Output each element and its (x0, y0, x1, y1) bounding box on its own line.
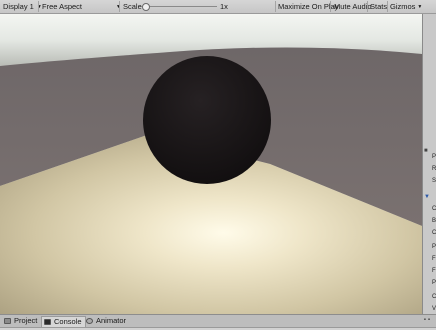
tab-label: Project (14, 316, 38, 325)
scale-label: Scale (123, 2, 142, 11)
toolbar-divider (330, 1, 331, 12)
folder-icon (4, 318, 11, 324)
black-sphere (143, 56, 271, 184)
scale-slider-track[interactable] (145, 6, 217, 7)
toolbar-divider (119, 1, 120, 12)
scene-render (0, 14, 422, 314)
chevron-down-icon: ▼ (417, 4, 423, 10)
inspector-fragment: F (432, 268, 436, 274)
inspector-fragment: P (432, 244, 436, 250)
inspector-fragment: P (432, 280, 436, 286)
inspector-fragment: C (432, 230, 436, 236)
panel-menu-icon[interactable]: ▪▪ (424, 317, 432, 323)
gizmos-dropdown[interactable]: Gizmos ▼ (390, 0, 422, 13)
inspector-fragment: V (432, 306, 436, 312)
inspector-fragment: P (432, 154, 436, 160)
toolbar-divider (367, 1, 368, 12)
tab-label: Animator (96, 316, 127, 325)
inspector-fragment: C (432, 294, 436, 300)
gizmos-label: Gizmos (390, 2, 416, 11)
component-foldout-icon[interactable]: ▼ (424, 194, 430, 200)
game-viewport[interactable] (0, 14, 422, 314)
foldout-icon: ■ (424, 148, 428, 154)
mute-audio-toggle[interactable]: Mute Audio (334, 0, 372, 13)
inspector-fragment: R (432, 166, 436, 172)
display-label: Display 1 (3, 2, 34, 11)
game-view-toolbar: Display 1▼ Free Aspect▼ Scale 1x Maximiz… (0, 0, 436, 14)
tab-animator[interactable]: Animator (84, 316, 129, 326)
aspect-dropdown[interactable]: Free Aspect▼ (42, 0, 121, 13)
tab-console[interactable]: Console (41, 316, 86, 327)
toolbar-divider (38, 1, 39, 12)
toolbar-divider (275, 1, 276, 12)
aspect-label: Free Aspect (42, 2, 83, 11)
display-dropdown[interactable]: Display 1 ▼ (3, 0, 42, 13)
tab-project[interactable]: Project (2, 316, 40, 326)
tab-label: Console (54, 317, 82, 326)
scale-value: 1x (220, 2, 228, 11)
console-icon (44, 319, 51, 325)
scale-slider-handle[interactable] (142, 3, 150, 11)
inspector-panel-edge: ■ P R S ▼ C B C P F F P C V (422, 14, 436, 314)
inspector-fragment: C (432, 206, 436, 212)
toolbar-divider (387, 1, 388, 12)
bottom-panel-tabs: Project Console Animator ▪▪ (0, 314, 436, 330)
unity-game-view: Display 1▼ Free Aspect▼ Scale 1x Maximiz… (0, 0, 436, 330)
inspector-fragment: B (432, 218, 436, 224)
stats-toggle[interactable]: Stats (370, 0, 387, 13)
inspector-fragment: S (432, 178, 436, 184)
inspector-fragment: F (432, 256, 436, 262)
animator-icon (86, 318, 93, 324)
